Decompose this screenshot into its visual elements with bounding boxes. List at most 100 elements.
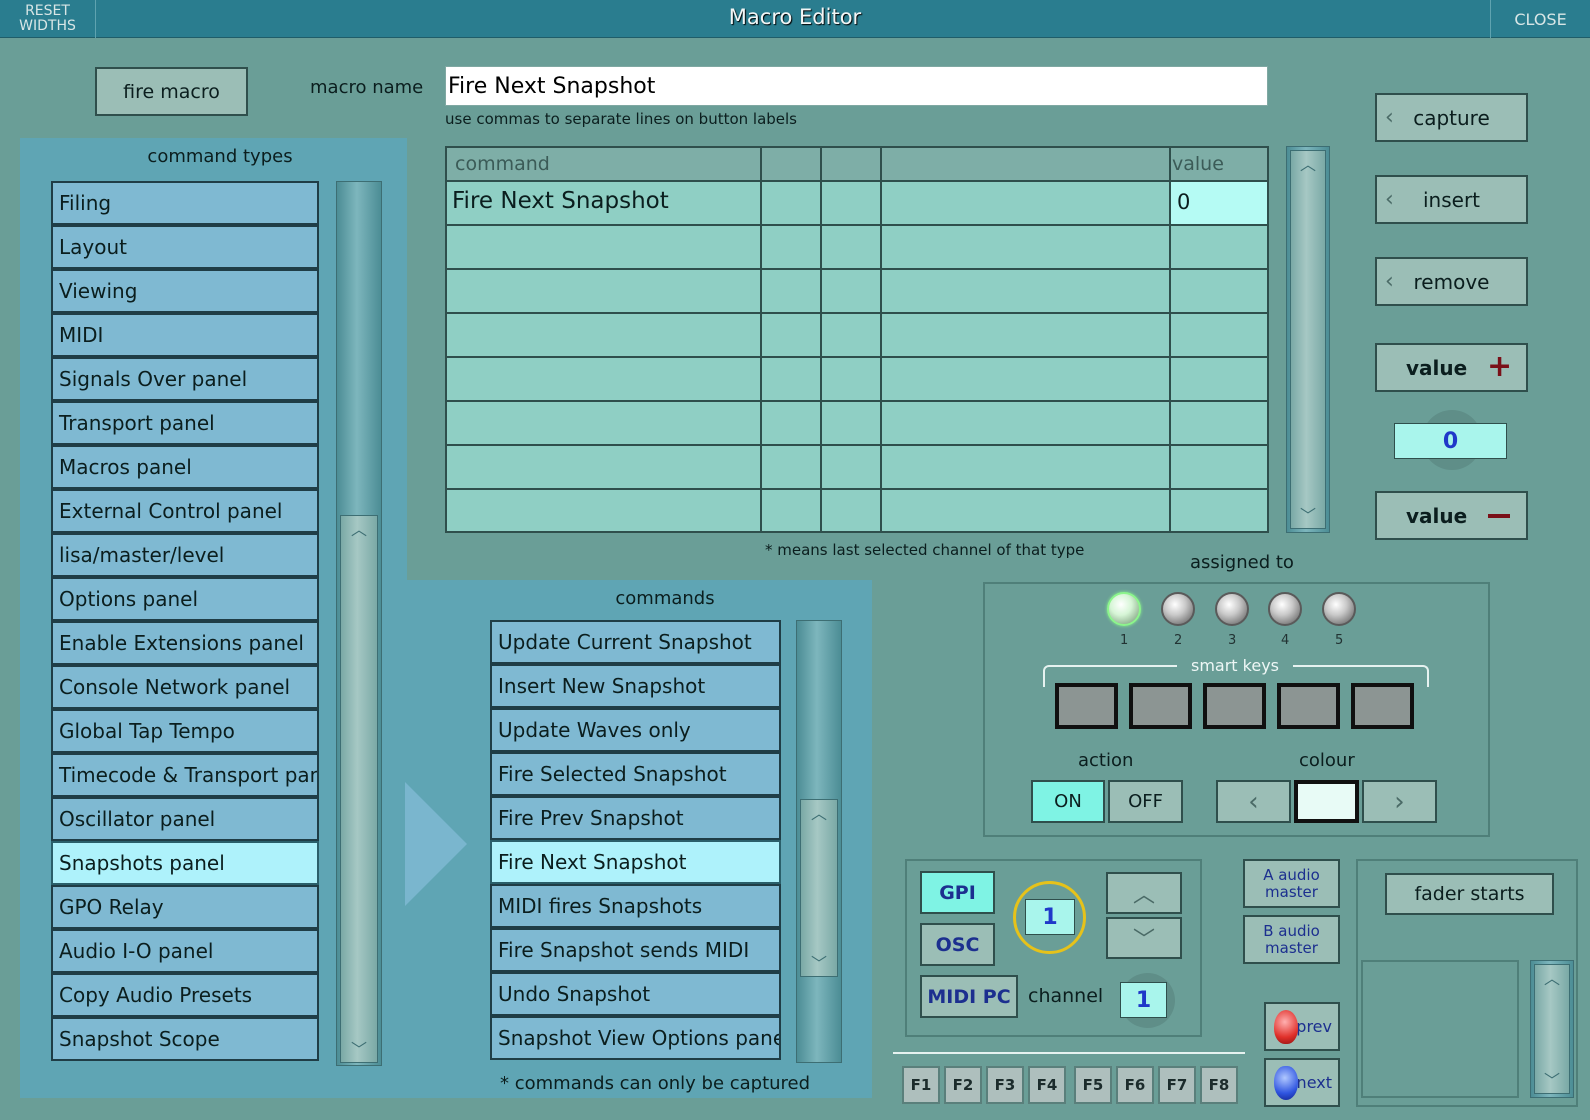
prev-button[interactable]: prev — [1264, 1002, 1340, 1051]
colour-next-button[interactable]: › — [1362, 780, 1437, 823]
next-button[interactable]: next — [1264, 1058, 1340, 1107]
list-item[interactable]: Oscillator panel — [51, 797, 319, 841]
channel-label: channel — [1028, 985, 1104, 1007]
list-item[interactable]: Undo Snapshot — [490, 972, 781, 1016]
plus-icon: + — [1487, 349, 1513, 384]
fader-starts-button[interactable]: fader starts — [1385, 873, 1554, 915]
remove-button[interactable]: ‹ remove — [1375, 257, 1528, 306]
f6-key[interactable]: F6 — [1116, 1066, 1154, 1104]
chevron-left-icon: ‹ — [1385, 269, 1394, 294]
list-item[interactable]: GPO Relay — [51, 885, 319, 929]
smart-key-4[interactable] — [1277, 683, 1340, 729]
smart-key-5[interactable] — [1351, 683, 1414, 729]
led-number: 2 — [1174, 633, 1183, 648]
smart-key-led-3[interactable] — [1215, 592, 1249, 626]
midi-pc-button[interactable]: MIDI PC — [920, 975, 1018, 1018]
f4-key[interactable]: F4 — [1028, 1066, 1066, 1104]
f8-key[interactable]: F8 — [1200, 1066, 1238, 1104]
list-item[interactable]: Snapshot View Options panel — [490, 1016, 781, 1060]
gpi-button[interactable]: GPI — [920, 871, 995, 914]
command-types-scrollbar[interactable]: ︿ ﹀ — [336, 181, 382, 1066]
list-item[interactable]: Update Waves only — [490, 708, 781, 752]
list-item[interactable]: Insert New Snapshot — [490, 664, 781, 708]
capture-label: capture — [1413, 105, 1490, 130]
table-header: command value — [447, 148, 1267, 182]
list-item[interactable]: Console Network panel — [51, 665, 319, 709]
list-item[interactable]: lisa/master/level — [51, 533, 319, 577]
smart-key-3[interactable] — [1203, 683, 1266, 729]
f7-key[interactable]: F7 — [1158, 1066, 1196, 1104]
a-audio-master-button[interactable]: A audio master — [1243, 859, 1340, 908]
table-row-command[interactable]: Fire Next Snapshot — [452, 188, 669, 214]
list-item[interactable]: Signals Over panel — [51, 357, 319, 401]
capture-button[interactable]: ‹ capture — [1375, 93, 1528, 142]
list-item[interactable]: Transport panel — [51, 401, 319, 445]
list-item[interactable]: Audio I-O panel — [51, 929, 319, 973]
smart-key-led-5[interactable] — [1322, 592, 1356, 626]
smart-key-2[interactable] — [1129, 683, 1192, 729]
action-on-button[interactable]: ON — [1031, 780, 1105, 823]
f3-key[interactable]: F3 — [986, 1066, 1024, 1104]
chevron-left-icon: ‹ — [1248, 786, 1259, 817]
smart-key-led-4[interactable] — [1268, 592, 1302, 626]
close-button[interactable]: CLOSE — [1490, 0, 1590, 38]
insert-label: insert — [1422, 187, 1481, 212]
list-item[interactable]: Snapshot Scope — [51, 1017, 319, 1061]
osc-button[interactable]: OSC — [920, 923, 995, 966]
list-item[interactable]: External Control panel — [51, 489, 319, 533]
action-off-button[interactable]: OFF — [1108, 780, 1183, 823]
blue-led-icon — [1274, 1066, 1298, 1100]
command-table: command value Fire Next Snapshot 0 — [445, 146, 1269, 533]
list-item[interactable]: Fire Prev Snapshot — [490, 796, 781, 840]
list-item[interactable]: Viewing — [51, 269, 319, 313]
header-command: command — [455, 153, 550, 175]
insert-button[interactable]: ‹ insert — [1375, 175, 1528, 224]
list-item[interactable]: Options panel — [51, 577, 319, 621]
smart-key-led-2[interactable] — [1161, 592, 1195, 626]
table-row-value[interactable]: 0 — [1177, 190, 1190, 214]
remove-label: remove — [1413, 269, 1490, 294]
led-number: 3 — [1228, 633, 1237, 648]
f2-key[interactable]: F2 — [944, 1066, 982, 1104]
b-audio-master-button[interactable]: B audio master — [1243, 915, 1340, 964]
list-item[interactable]: Enable Extensions panel — [51, 621, 319, 665]
list-item-selected[interactable]: Snapshots panel — [51, 841, 319, 885]
list-item[interactable]: Timecode & Transport panel — [51, 753, 319, 797]
fader-scroll-thumb[interactable]: ︿ ﹀ — [1534, 964, 1570, 1094]
gpi-up-button[interactable]: ︿ — [1106, 872, 1182, 914]
list-item-selected[interactable]: Fire Next Snapshot — [490, 840, 781, 884]
fader-starts-scrollbar[interactable]: ︿ ﹀ — [1530, 960, 1574, 1098]
value-minus-button[interactable]: value — [1375, 491, 1528, 540]
list-item[interactable]: Update Current Snapshot — [490, 620, 781, 664]
list-item[interactable]: Fire Snapshot sends MIDI — [490, 928, 781, 972]
smart-key-led-1[interactable] — [1107, 592, 1141, 626]
smart-key-1[interactable] — [1055, 683, 1118, 729]
fire-macro-button[interactable]: fire macro — [95, 67, 248, 116]
f5-key[interactable]: F5 — [1074, 1066, 1112, 1104]
list-item[interactable]: MIDI — [51, 313, 319, 357]
list-item[interactable]: Fire Selected Snapshot — [490, 752, 781, 796]
command-types-list: Filing Layout Viewing MIDI Signals Over … — [51, 181, 319, 1066]
table-scroll-thumb[interactable]: ︿ ﹀ — [1290, 150, 1326, 529]
gpi-down-button[interactable]: ﹀ — [1106, 917, 1182, 959]
colour-swatch[interactable] — [1294, 780, 1359, 823]
f1-key[interactable]: F1 — [902, 1066, 940, 1104]
colour-prev-button[interactable]: ‹ — [1216, 780, 1291, 823]
list-item[interactable]: Filing — [51, 181, 319, 225]
list-item[interactable]: Macros panel — [51, 445, 319, 489]
table-scrollbar[interactable]: ︿ ﹀ — [1286, 146, 1330, 533]
value-plus-button[interactable]: value + — [1375, 343, 1528, 392]
list-item[interactable]: MIDI fires Snapshots — [490, 884, 781, 928]
divider — [893, 1052, 1245, 1054]
list-item[interactable]: Layout — [51, 225, 319, 269]
commands-scroll-thumb[interactable]: ︿ ﹀ — [800, 799, 838, 977]
gpi-number: 1 — [1025, 899, 1075, 935]
commands-scrollbar[interactable]: ︿ ﹀ — [796, 620, 842, 1063]
title-bar: RESET WIDTHS Macro Editor CLOSE — [0, 0, 1590, 38]
commands-list: Update Current Snapshot Insert New Snaps… — [490, 620, 781, 1063]
led-number: 4 — [1281, 633, 1290, 648]
macro-name-input[interactable] — [445, 66, 1268, 106]
command-types-scroll-thumb[interactable]: ︿ ﹀ — [340, 515, 378, 1063]
list-item[interactable]: Copy Audio Presets — [51, 973, 319, 1017]
list-item[interactable]: Global Tap Tempo — [51, 709, 319, 753]
